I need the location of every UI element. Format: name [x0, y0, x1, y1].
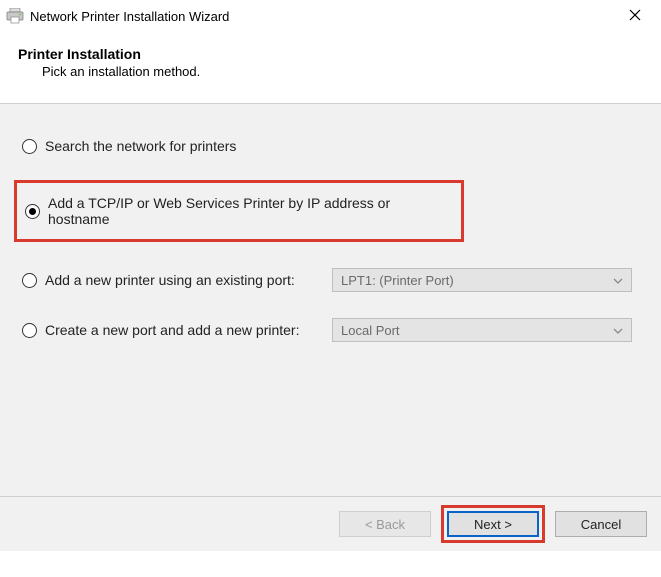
option-search-network[interactable]: Search the network for printers [22, 138, 639, 154]
option-label[interactable]: Add a TCP/IP or Web Services Printer by … [48, 195, 455, 227]
select-value: Local Port [341, 323, 400, 338]
option-label: Create a new port and add a new printer: [45, 322, 300, 338]
option-label: Search the network for printers [45, 138, 236, 154]
back-button: < Back [339, 511, 431, 537]
next-button[interactable]: Next > [447, 511, 539, 537]
cancel-button[interactable]: Cancel [555, 511, 647, 537]
close-icon [629, 8, 641, 24]
page-title: Printer Installation [18, 46, 643, 62]
next-button-highlight: Next > [441, 505, 545, 543]
option-existing-port[interactable]: Add a new printer using an existing port… [22, 272, 332, 288]
chevron-down-icon [613, 276, 623, 286]
radio-icon [22, 273, 37, 288]
chevron-down-icon [613, 326, 623, 336]
printer-icon [6, 8, 24, 24]
option-tcpip-highlight: Add a TCP/IP or Web Services Printer by … [14, 180, 464, 242]
close-button[interactable] [615, 2, 655, 30]
option-new-port[interactable]: Create a new port and add a new printer: [22, 322, 332, 338]
page-subtitle: Pick an installation method. [18, 64, 643, 79]
radio-icon-checked [25, 204, 40, 219]
select-value: LPT1: (Printer Port) [341, 273, 454, 288]
option-label: Add a new printer using an existing port… [45, 272, 295, 288]
new-port-select[interactable]: Local Port [332, 318, 632, 342]
window-title: Network Printer Installation Wizard [30, 9, 615, 24]
radio-icon [22, 323, 37, 338]
radio-icon [22, 139, 37, 154]
existing-port-select[interactable]: LPT1: (Printer Port) [332, 268, 632, 292]
